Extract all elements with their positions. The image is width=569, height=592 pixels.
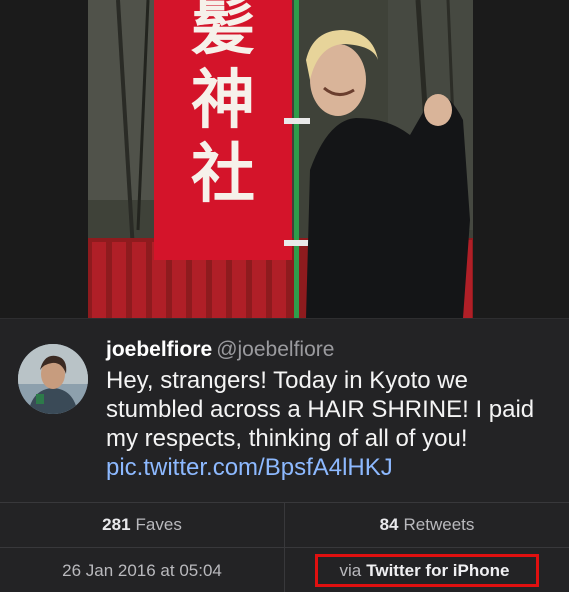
faves-count: 281 xyxy=(102,515,131,534)
via-source: Twitter for iPhone xyxy=(366,560,510,580)
avatar[interactable] xyxy=(18,344,88,414)
user-line: joebelfiore @joebelfiore xyxy=(106,337,546,363)
retweets-count: 84 xyxy=(379,515,399,534)
via-cell: via Twitter for iPhone xyxy=(284,548,569,592)
tweet-detail-view: 髪神社 joebelfiore @joebelfiore Hey, strange… xyxy=(0,0,569,592)
tweet-timestamp: 26 Jan 2016 at 05:04 xyxy=(0,548,284,592)
retweets-stat[interactable]: 84 Retweets xyxy=(284,503,569,547)
via-prefix: via xyxy=(339,560,362,580)
retweets-label: Retweets xyxy=(403,515,475,534)
stats-row-engagement: 281 Faves 84 Retweets xyxy=(0,502,569,547)
photo-image xyxy=(88,0,473,318)
faves-label: Faves xyxy=(135,515,182,534)
media-area: 髪神社 xyxy=(0,0,569,318)
banner-text: 髪神社 xyxy=(191,0,255,212)
tweet-body: joebelfiore @joebelfiore Hey, strangers! … xyxy=(106,337,546,482)
tweet-text-content: Hey, strangers! Today in Kyoto we stumbl… xyxy=(106,367,535,452)
display-name[interactable]: joebelfiore xyxy=(106,338,212,361)
tweet-photo[interactable]: 髪神社 xyxy=(88,0,473,318)
via-source-highlight[interactable]: via Twitter for iPhone xyxy=(315,554,539,587)
user-handle[interactable]: @joebelfiore xyxy=(216,338,334,361)
timestamp-text: 26 Jan 2016 at 05:04 xyxy=(62,560,222,580)
tweet-media-link[interactable]: pic.twitter.com/BpsfA4lHKJ xyxy=(106,454,393,481)
tweet-card: joebelfiore @joebelfiore Hey, strangers! … xyxy=(0,318,569,503)
faves-stat[interactable]: 281 Faves xyxy=(0,503,284,547)
tweet-text: Hey, strangers! Today in Kyoto we stumbl… xyxy=(106,366,546,482)
stats-row-meta: 26 Jan 2016 at 05:04 via Twitter for iPho… xyxy=(0,547,569,592)
avatar-image xyxy=(18,344,88,414)
